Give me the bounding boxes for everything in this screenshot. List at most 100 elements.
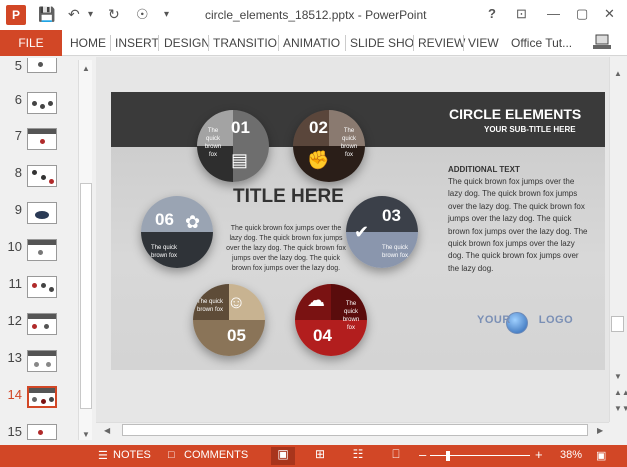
previous-slide-icon[interactable]: ▲▲ [614,388,627,397]
circle-element-04[interactable]: 04 The quick brown fox ☁ [295,284,367,356]
slide-thumbnail[interactable] [27,424,57,440]
slide-title[interactable]: CIRCLE ELEMENTS [449,106,581,122]
notes-icon[interactable]: ☰ [98,449,108,462]
slide-scroll-thumb[interactable] [611,316,624,332]
circle-element-05[interactable]: 05 The quick brown fox ☺ [193,284,265,356]
tab-file[interactable]: FILE [0,30,62,56]
slide-thumbnail-active[interactable] [27,386,57,408]
scroll-right-arrow-icon[interactable]: ▶ [597,426,603,435]
slide-thumbnail[interactable] [27,202,57,224]
tab-transitions[interactable]: TRANSITIO [213,36,277,50]
normal-view-icon[interactable]: ▣ [271,447,295,465]
notes-button[interactable]: NOTES [113,449,151,461]
circle-text: The quick brown fox [197,299,224,313]
slide-subtitle[interactable]: YOUR SUB-TITLE HERE [484,125,576,134]
zoom-slider[interactable] [430,455,530,456]
close-icon[interactable]: ✕ [604,6,615,22]
thumb-shape [32,324,37,329]
slide-thumbnail[interactable] [27,350,57,372]
circle-text: The quick brown fox [204,128,222,158]
circle-element-06[interactable]: 06 The quick brown fox ✿ [141,196,213,268]
thumb-shape [38,430,43,435]
slide-thumbnail[interactable] [27,92,57,114]
slide-thumbnail[interactable] [27,313,57,335]
thumb-shape [40,139,45,144]
logo-text[interactable]: YOUR LOGO [477,314,573,326]
thumbnail-number: 8 [14,165,22,180]
thumb-shape [48,101,53,106]
scroll-down-arrow-icon[interactable]: ▼ [82,430,90,439]
zoom-in-icon[interactable]: + [535,447,543,462]
tab-slide-show[interactable]: SLIDE SHO [350,36,414,50]
tab-design[interactable]: DESIGN [164,36,210,50]
tab-divider [110,35,111,51]
horizontal-scroll-thumb[interactable] [122,424,588,436]
reading-view-icon[interactable]: ☷ [346,447,370,465]
slide-thumbnail[interactable] [27,276,57,298]
thumb-shape [32,170,37,175]
customize-toolbar-icon[interactable]: ▾ [164,9,169,20]
slide-thumbnail[interactable] [27,128,57,150]
start-from-beginning-icon[interactable]: ☉ [136,6,149,23]
thumb-shape [34,362,39,367]
slide[interactable]: CIRCLE ELEMENTS YOUR SUB-TITLE HERE TITL… [111,92,605,370]
additional-text-title[interactable]: ADDITIONAL TEXT [448,165,520,174]
tab-divider [345,35,346,51]
thumb-shape [32,101,37,106]
slide-thumbnail[interactable] [27,58,57,73]
center-body-text[interactable]: The quick brown fox jumps over the lazy … [226,224,346,274]
zoom-slider-knob[interactable] [446,451,450,461]
scroll-down-arrow-icon[interactable]: ▼ [614,372,622,381]
user-avatar-icon[interactable] [592,33,612,51]
thumb-shape [28,351,56,356]
tab-insert[interactable]: INSERT [115,36,159,50]
slide-vertical-scrollbar[interactable] [609,57,627,422]
scroll-left-arrow-icon[interactable]: ◀ [104,426,110,435]
thumbnails-scroll-thumb[interactable] [80,183,92,409]
slide-thumbnail[interactable] [27,239,57,261]
zoom-out-icon[interactable]: – [419,447,426,462]
additional-body-text[interactable]: The quick brown fox jumps over the lazy … [448,176,588,275]
circle-element-03[interactable]: 03 The quick brown fox ✔ [346,196,418,268]
circle-element-02[interactable]: 02 The quick brown fox ✊ [293,110,365,182]
tab-review[interactable]: REVIEW [418,36,465,50]
circle-number: 01 [231,118,250,137]
main-title[interactable]: TITLE HERE [233,186,344,208]
thumb-shape [32,283,37,288]
tab-divider [463,35,464,51]
comments-button[interactable]: COMMENTS [184,449,248,461]
next-slide-icon[interactable]: ▼▼ [614,404,627,413]
redo-icon[interactable]: ↻ [108,6,120,23]
tab-home[interactable]: HOME [70,36,106,50]
tab-animations[interactable]: ANIMATIO [283,36,340,50]
scroll-up-arrow-icon[interactable]: ▲ [614,69,622,78]
help-icon[interactable]: ? [488,6,496,21]
comments-icon[interactable]: □ [168,449,175,461]
undo-icon[interactable]: ↶ [68,6,80,23]
circle-text: The quick brown fox [381,245,408,259]
save-icon[interactable]: 💾 [38,6,55,23]
circle-number: 02 [309,118,328,137]
award-icon: ✿ [185,212,201,232]
minimize-icon[interactable]: — [547,6,560,21]
fit-to-window-icon[interactable]: ▣ [596,449,606,462]
undo-dropdown-icon[interactable]: ▾ [88,9,93,20]
maximize-icon[interactable]: ▢ [576,6,588,22]
zoom-level[interactable]: 38% [560,449,582,461]
user-account[interactable]: Office Tut... [511,36,572,50]
thumbnail-number: 5 [14,58,22,73]
scroll-up-arrow-icon[interactable]: ▲ [82,64,90,73]
slide-thumbnail[interactable] [27,165,57,187]
circle-element-01[interactable]: 01 The quick brown fox ▤ [197,110,269,182]
thumb-shape [41,399,46,404]
circle-number: 03 [382,206,401,225]
thumb-shape [38,62,43,67]
thumbnail-number: 12 [7,313,22,328]
circle-text: The quick brown fox [150,245,177,259]
slide-show-view-icon[interactable]: ⎕ [384,447,408,465]
ribbon-display-options-icon[interactable]: ⊡ [516,6,527,22]
thumbnail-number: 13 [7,350,22,365]
slide-sorter-view-icon[interactable]: ⊞ [308,447,332,465]
thumb-shape [28,314,56,319]
tab-view[interactable]: VIEW [468,36,499,50]
